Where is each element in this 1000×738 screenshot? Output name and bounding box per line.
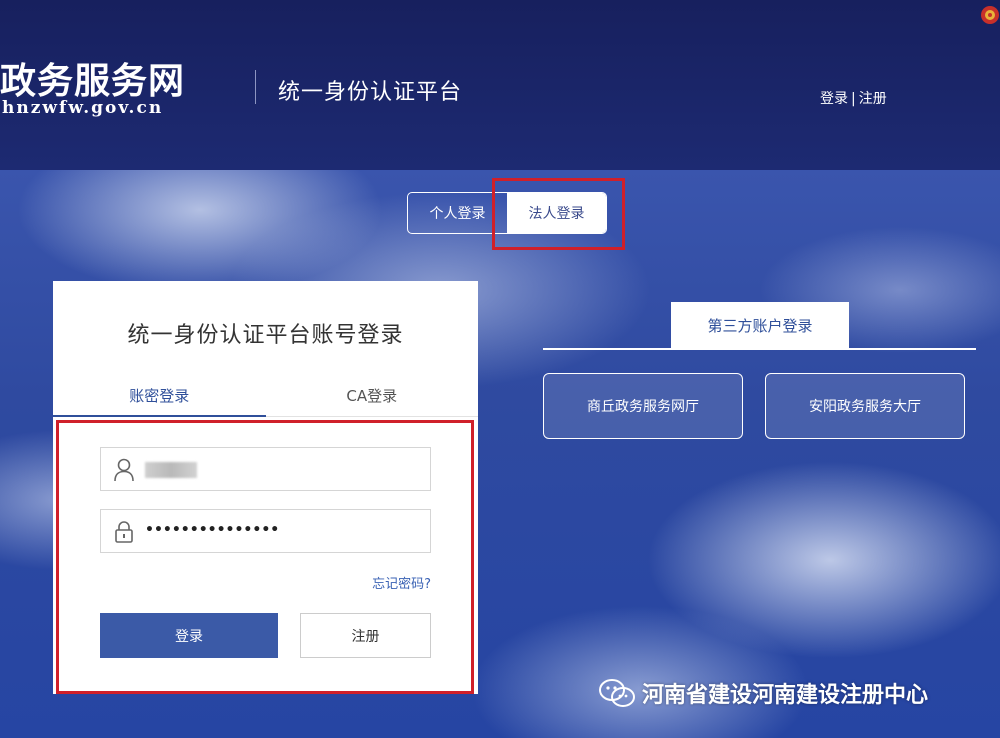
highlight-box-toggle xyxy=(492,178,625,250)
site-logo-text[interactable]: 政务服务网 xyxy=(0,52,185,104)
login-method-tabs: 账密登录 CA登录 xyxy=(53,381,478,417)
login-card-title: 统一身份认证平台账号登录 xyxy=(127,323,404,348)
watermark: 河南省建设河南建设注册中心 xyxy=(598,676,928,710)
header-divider xyxy=(255,70,256,104)
highlight-box-form xyxy=(56,420,474,694)
anyang-hall-button[interactable]: 安阳政务服务大厅 xyxy=(765,373,965,439)
third-party-divider xyxy=(543,348,976,350)
third-party-login-tab[interactable]: 第三方账户登录 xyxy=(671,302,849,349)
site-logo-url: hnzwfw.gov.cn xyxy=(2,98,164,118)
header-register-link[interactable]: 注册 xyxy=(859,91,887,107)
tab-ca-login[interactable]: CA登录 xyxy=(266,381,479,416)
national-emblem-icon xyxy=(981,6,999,24)
platform-title: 统一身份认证平台 xyxy=(278,80,463,105)
header-auth-links: 登录 | 注册 xyxy=(820,88,887,108)
wechat-icon xyxy=(599,679,635,707)
shangqiu-hall-button[interactable]: 商丘政务服务网厅 xyxy=(543,373,743,439)
header-login-link[interactable]: 登录 xyxy=(820,91,848,107)
watermark-text: 河南省建设河南建设注册中心 xyxy=(642,683,929,708)
header: 政务服务网 hnzwfw.gov.cn 统一身份认证平台 登录 | 注册 xyxy=(0,0,1000,170)
tab-password-login[interactable]: 账密登录 xyxy=(53,381,266,417)
header-link-separator: | xyxy=(851,91,856,107)
